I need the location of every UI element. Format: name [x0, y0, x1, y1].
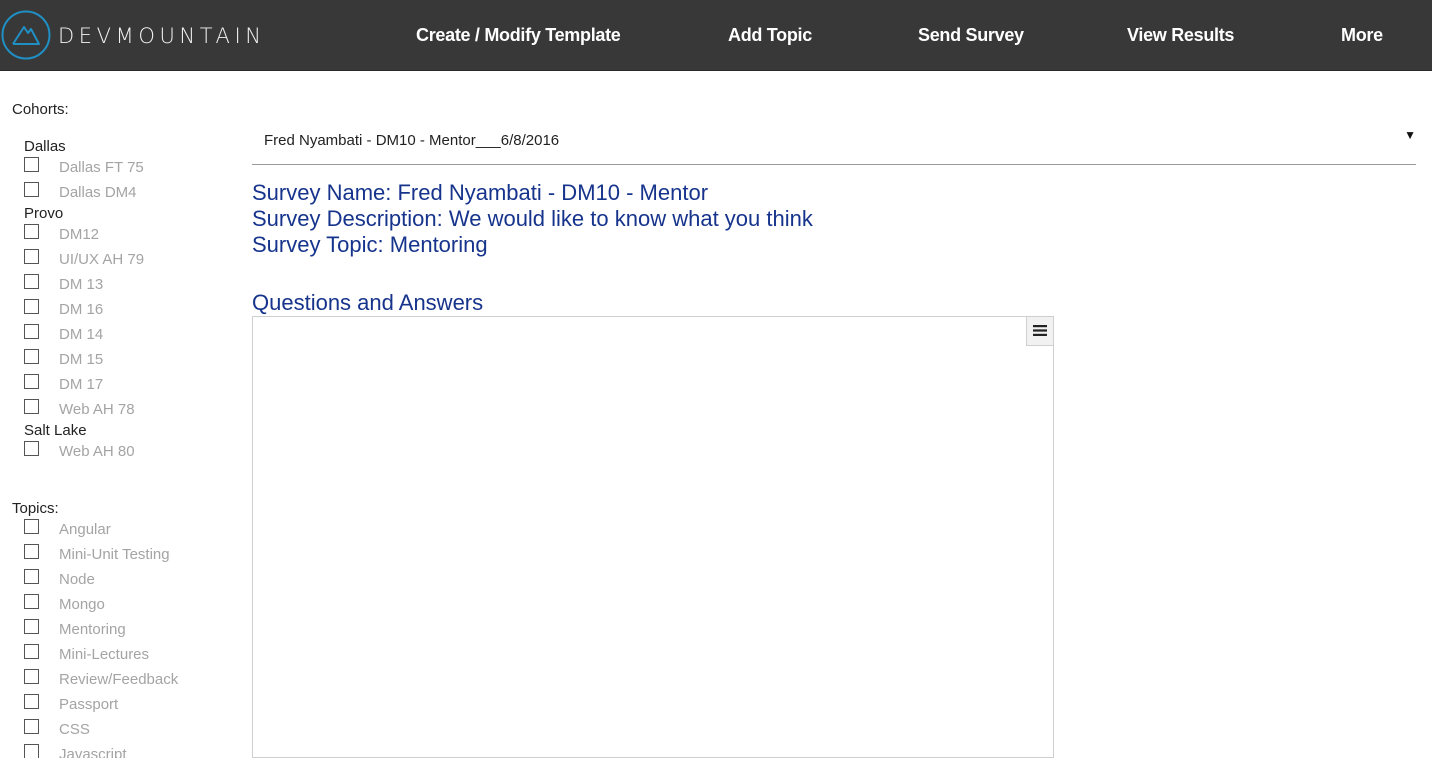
survey-select-dropdown[interactable]: Fred Nyambati - DM10 - Mentor___6/8/2016…	[252, 120, 1416, 165]
top-navbar: DEVMOUNTAIN Create / Modify Template Add…	[0, 0, 1432, 71]
checkbox-label[interactable]: Mini-Unit Testing	[59, 546, 170, 564]
checkbox[interactable]	[24, 349, 39, 364]
checkbox[interactable]	[24, 157, 39, 172]
nav-view-results[interactable]: View Results	[1127, 24, 1234, 46]
survey-name: Survey Name: Fred Nyambati - DM10 - Ment…	[252, 180, 709, 205]
nav-more[interactable]: More	[1341, 24, 1383, 46]
topic-checkbox-row[interactable]: Review/Feedback	[24, 669, 234, 691]
checkbox[interactable]	[24, 274, 39, 289]
checkbox[interactable]	[24, 644, 39, 659]
brand-name[interactable]: DEVMOUNTAIN	[58, 24, 266, 48]
survey-select-value[interactable]: Fred Nyambati - DM10 - Mentor___6/8/2016	[264, 132, 559, 150]
checkbox[interactable]	[24, 374, 39, 389]
nav-create-modify-template[interactable]: Create / Modify Template	[416, 24, 621, 46]
cohort-checkbox-row[interactable]: DM 14	[24, 324, 234, 346]
checkbox[interactable]	[24, 669, 39, 684]
checkbox-label[interactable]: Mentoring	[59, 621, 126, 639]
checkbox[interactable]	[24, 569, 39, 584]
checkbox[interactable]	[24, 441, 39, 456]
checkbox-label[interactable]: Node	[59, 571, 95, 589]
topic-checkbox-row[interactable]: Mongo	[24, 594, 234, 616]
filter-sidebar: Cohorts: Dallas Dallas FT 75 Dallas DM4 …	[0, 70, 240, 758]
cohort-checkbox-row[interactable]: UI/UX AH 79	[24, 249, 234, 271]
topic-checkbox-row[interactable]: CSS	[24, 719, 234, 741]
topic-checkbox-row[interactable]: Passport	[24, 694, 234, 716]
panel-menu-button[interactable]	[1026, 317, 1053, 346]
checkbox-label[interactable]: UI/UX AH 79	[59, 251, 144, 269]
checkbox[interactable]	[24, 299, 39, 314]
checkbox-label[interactable]: Web AH 80	[59, 443, 135, 461]
topic-checkbox-row[interactable]: Mini-Lectures	[24, 644, 234, 666]
cohort-checkbox-row[interactable]: DM12	[24, 224, 234, 246]
checkbox[interactable]	[24, 182, 39, 197]
questions-answers-title: Questions and Answers	[252, 290, 484, 315]
checkbox-label[interactable]: Dallas FT 75	[59, 159, 144, 177]
cohort-checkbox-row[interactable]: DM 17	[24, 374, 234, 396]
cohort-checkbox-row[interactable]: Dallas FT 75	[24, 157, 234, 179]
questions-answers-panel[interactable]	[252, 316, 1054, 758]
topic-checkbox-row[interactable]: Mentoring	[24, 619, 234, 641]
cohort-checkbox-row[interactable]: Web AH 78	[24, 399, 234, 421]
checkbox-label[interactable]: CSS	[59, 721, 90, 739]
cohort-group-salt-lake: Salt Lake	[24, 422, 87, 439]
cohort-checkbox-row[interactable]: Dallas DM4	[24, 182, 234, 204]
nav-add-topic[interactable]: Add Topic	[728, 24, 812, 46]
dropdown-arrow-icon[interactable]: ▼	[1404, 128, 1416, 142]
cohort-checkbox-row[interactable]: DM 13	[24, 274, 234, 296]
nav-send-survey[interactable]: Send Survey	[918, 24, 1024, 46]
cohort-checkbox-row[interactable]: Web AH 80	[24, 441, 234, 463]
checkbox-label[interactable]: Angular	[59, 521, 111, 539]
cohort-checkbox-row[interactable]: DM 16	[24, 299, 234, 321]
checkbox-label[interactable]: DM 13	[59, 276, 103, 294]
survey-topic: Survey Topic: Mentoring	[252, 232, 488, 257]
checkbox-label[interactable]: Mini-Lectures	[59, 646, 149, 664]
checkbox[interactable]	[24, 719, 39, 734]
devmountain-logo-icon[interactable]	[1, 10, 51, 60]
survey-description: Survey Description: We would like to kno…	[252, 206, 813, 231]
checkbox[interactable]	[24, 249, 39, 264]
checkbox-label[interactable]: Passport	[59, 696, 118, 714]
checkbox-label[interactable]: DM 17	[59, 376, 103, 394]
topic-checkbox-row[interactable]: Angular	[24, 519, 234, 541]
checkbox-label[interactable]: Javascript	[59, 746, 127, 758]
checkbox-label[interactable]: Web AH 78	[59, 401, 135, 419]
checkbox[interactable]	[24, 544, 39, 559]
checkbox-label[interactable]: Dallas DM4	[59, 184, 137, 202]
cohort-checkbox-row[interactable]: DM 15	[24, 349, 234, 371]
checkbox[interactable]	[24, 324, 39, 339]
topic-checkbox-row[interactable]: Mini-Unit Testing	[24, 544, 234, 566]
cohorts-title: Cohorts:	[12, 101, 69, 118]
cohort-group-provo: Provo	[24, 205, 64, 222]
checkbox-label[interactable]: DM12	[59, 226, 99, 244]
checkbox[interactable]	[24, 619, 39, 634]
checkbox-label[interactable]: Mongo	[59, 596, 105, 614]
checkbox[interactable]	[24, 694, 39, 709]
topic-checkbox-row[interactable]: Node	[24, 569, 234, 591]
checkbox-label[interactable]: DM 15	[59, 351, 103, 369]
checkbox-label[interactable]: DM 14	[59, 326, 103, 344]
topics-title: Topics:	[12, 500, 59, 517]
checkbox[interactable]	[24, 744, 39, 758]
topic-checkbox-row[interactable]: Javascript	[24, 744, 234, 758]
checkbox[interactable]	[24, 594, 39, 609]
checkbox[interactable]	[24, 399, 39, 414]
checkbox[interactable]	[24, 519, 39, 534]
checkbox-label[interactable]: DM 16	[59, 301, 103, 319]
hamburger-menu-icon[interactable]	[1033, 324, 1047, 337]
checkbox-label[interactable]: Review/Feedback	[59, 671, 178, 689]
checkbox[interactable]	[24, 224, 39, 239]
cohort-group-dallas: Dallas	[24, 138, 66, 155]
